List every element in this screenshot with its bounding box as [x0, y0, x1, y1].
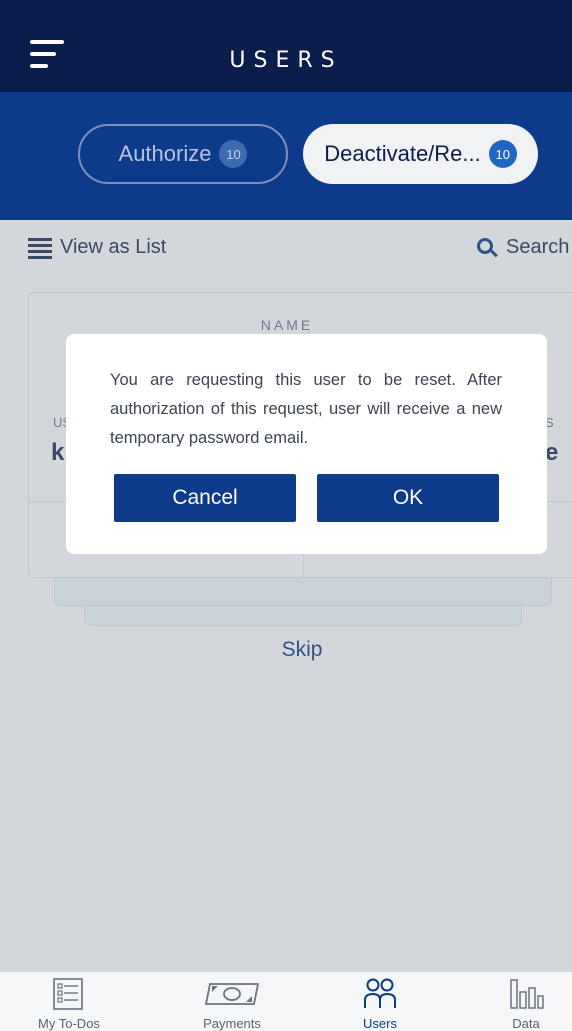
- tab-authorize[interactable]: Authorize 10: [78, 124, 288, 184]
- segment-bar: Authorize 10 Deactivate/Re... 10: [0, 92, 572, 220]
- nav-payments-label: Payments: [203, 1016, 261, 1031]
- nav-users-label: Users: [363, 1016, 397, 1031]
- ok-button[interactable]: OK: [317, 474, 499, 522]
- nav-data[interactable]: Data: [466, 972, 572, 1031]
- dialog-message: You are requesting this user to be reset…: [110, 371, 502, 447]
- nav-users[interactable]: Users: [320, 972, 440, 1031]
- bar-chart-icon: [510, 979, 544, 1009]
- banknote-icon: [204, 983, 260, 1005]
- tab-deactivate-label: Deactivate/Re...: [324, 141, 481, 166]
- bottom-nav: My To-Dos Payments Users Data: [0, 971, 572, 1031]
- page-title: USERS: [229, 48, 343, 73]
- nav-payments[interactable]: Payments: [172, 972, 292, 1031]
- nav-my-todos-label: My To-Dos: [38, 1016, 100, 1031]
- modal-overlay: [0, 220, 572, 971]
- nav-my-todos[interactable]: My To-Dos: [9, 972, 129, 1031]
- tab-authorize-count-badge: 10: [219, 140, 248, 168]
- tab-deactivate-count-badge: 10: [488, 140, 517, 168]
- app-header: USERS: [0, 0, 572, 92]
- confirm-reset-dialog: You are requesting this user to be reset…: [66, 334, 547, 554]
- users-icon: [364, 978, 396, 1008]
- tab-authorize-label: Authorize: [118, 141, 212, 166]
- todo-list-icon: [53, 978, 83, 1010]
- cancel-button[interactable]: Cancel: [114, 474, 296, 522]
- nav-data-label: Data: [512, 1016, 540, 1031]
- tab-deactivate-reset[interactable]: Deactivate/Re... 10: [303, 124, 538, 184]
